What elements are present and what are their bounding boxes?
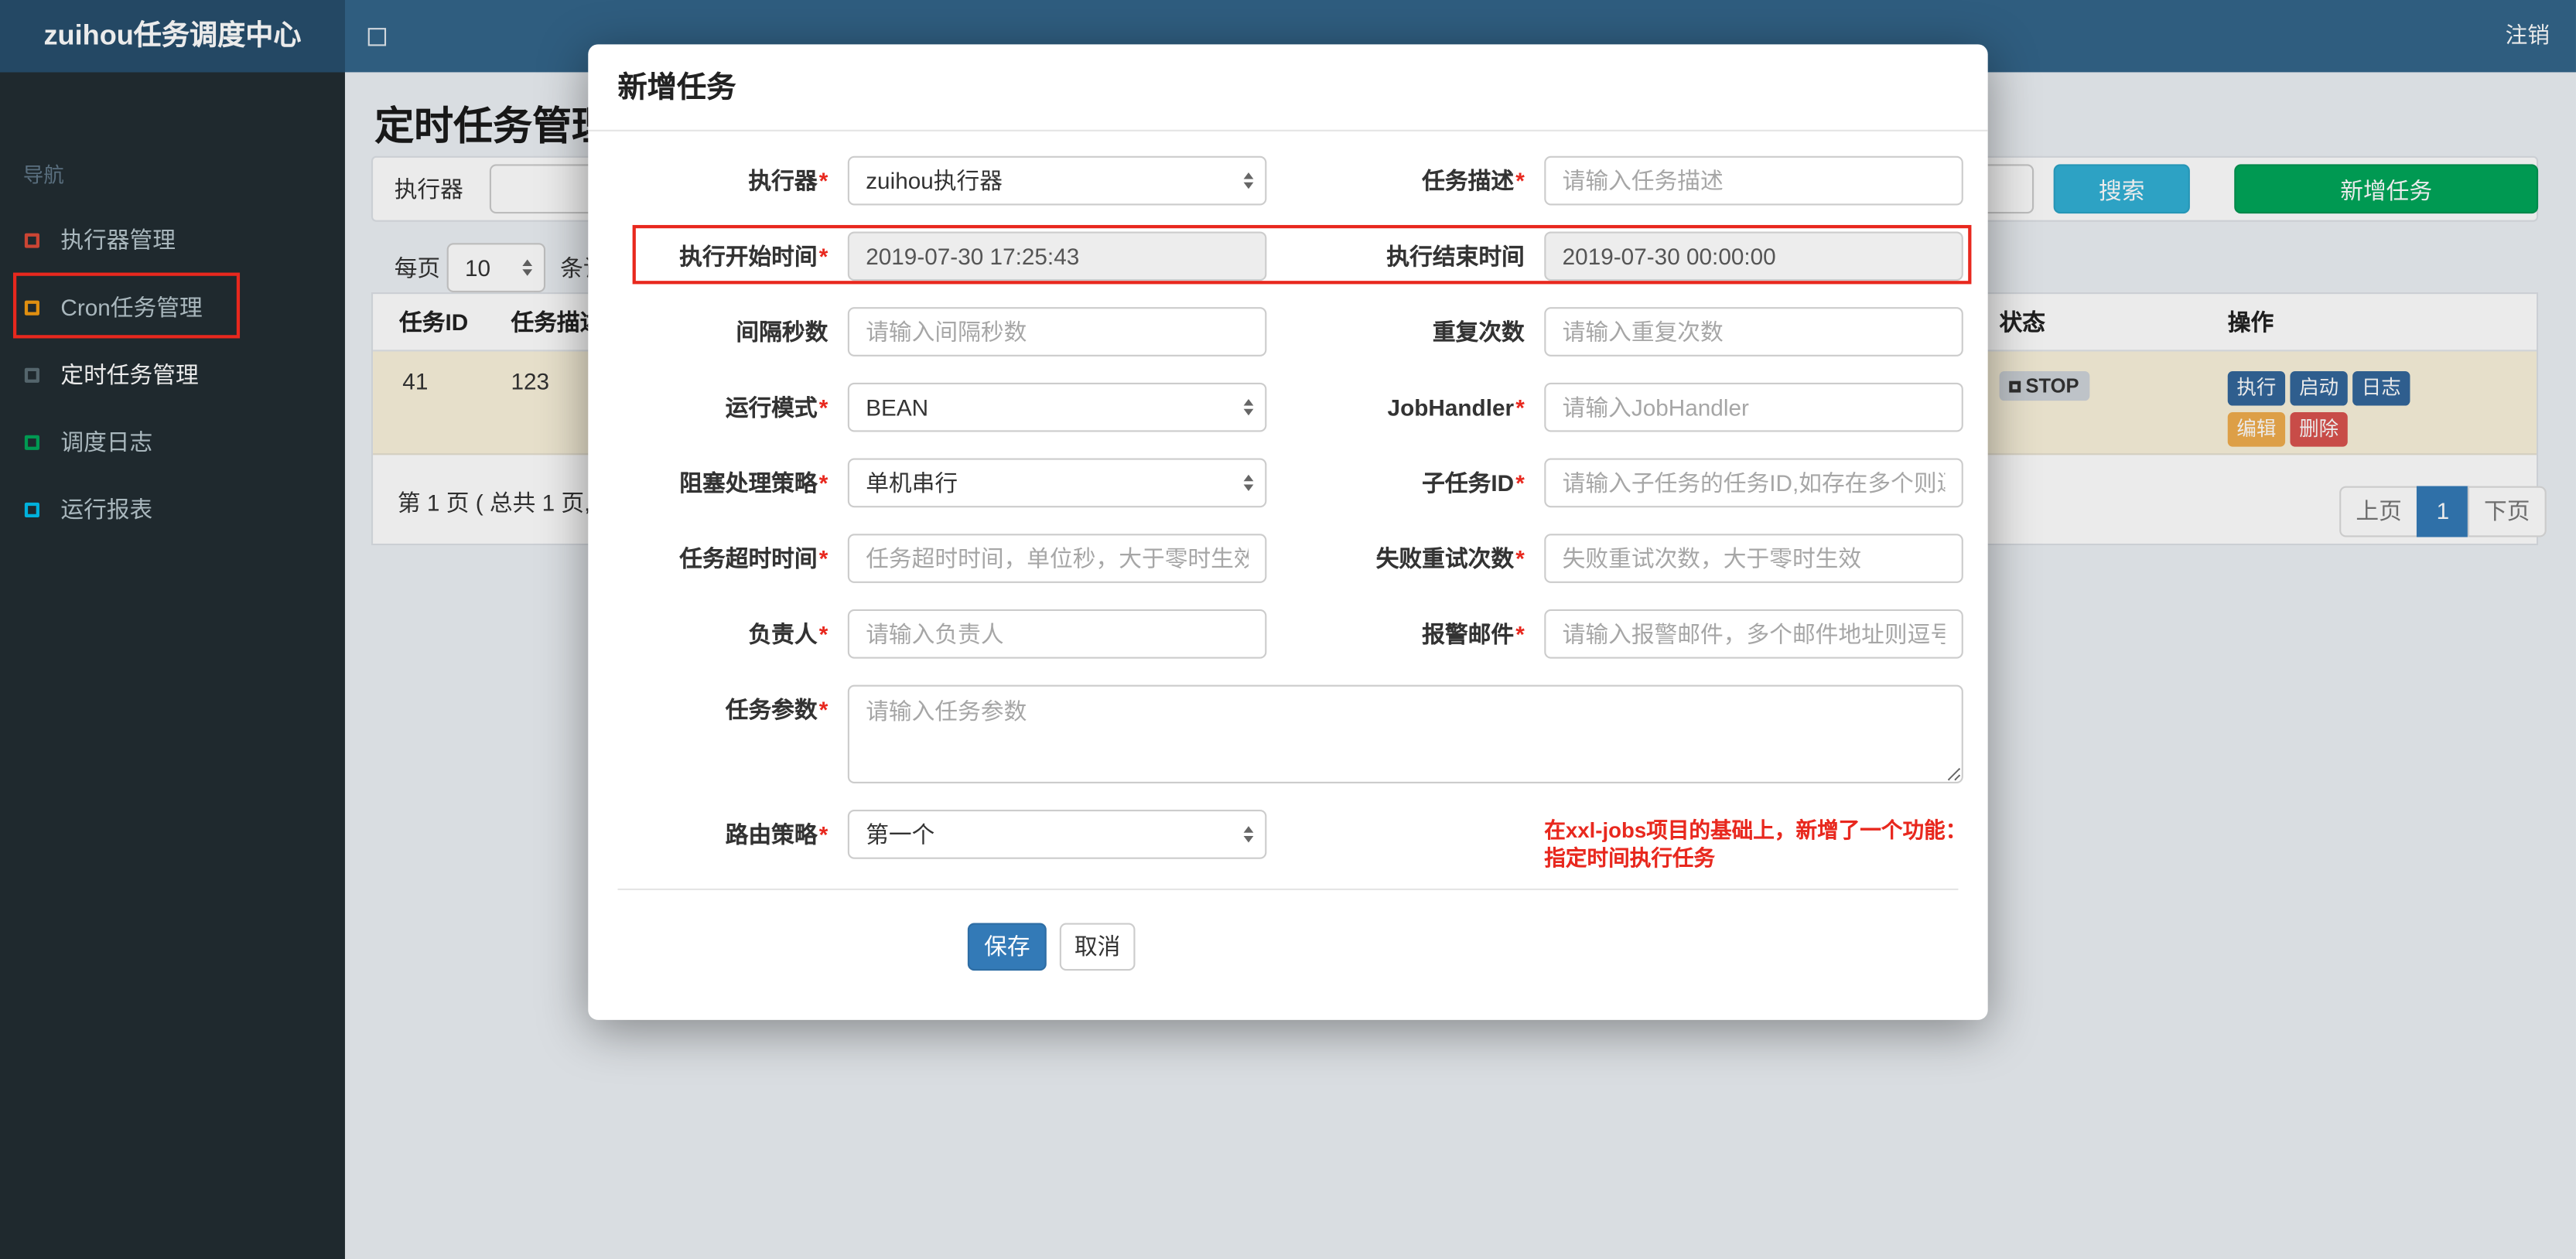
run-mode-label: 运行模式 * <box>725 394 828 421</box>
app-screen: zuihou任务调度中心 注销 导航 执行器管理 Cron任务管理 定时任务管理… <box>0 0 2576 1259</box>
viewport: zuihou任务调度中心 注销 导航 执行器管理 Cron任务管理 定时任务管理… <box>0 0 2576 1259</box>
author-input[interactable] <box>847 609 1267 659</box>
job-param-label: 任务参数 * <box>725 696 828 723</box>
form-row: 执行器 * zuihou执行器 任务描述 * <box>618 155 1963 206</box>
author-label: 负责人 * <box>748 620 828 647</box>
route-strategy-select[interactable]: 第一个 <box>847 809 1267 859</box>
feature-note-line2: 指定时间执行任务 <box>1544 845 1716 871</box>
form-row: 负责人* 报警邮件* <box>618 609 1963 659</box>
run-mode-select-value: BEAN <box>866 394 929 421</box>
form-row: 任务超时时间* 失败重试次数* <box>618 534 1963 583</box>
red-annotation-box-sidebar <box>12 272 241 339</box>
add-task-modal: 新增任务 执行器* zuihou执行器 任务描述* 执行开始时间* 执行结束时间… <box>588 44 1988 1020</box>
form-row: 运行模式 * BEAN JobHandler * <box>618 382 1963 432</box>
save-button[interactable]: 保存 <box>967 923 1047 971</box>
form-row: 阻塞处理策略 * 单机串行 子任务ID * <box>618 458 1963 508</box>
block-strategy-select-value: 单机串行 <box>866 469 958 496</box>
select-arrows-icon <box>1243 826 1254 843</box>
job-desc-label: 任务描述 * <box>1422 167 1525 194</box>
repeat-count-label: 重复次数 <box>1432 318 1525 345</box>
job-handler-input[interactable] <box>1544 382 1963 432</box>
fail-retry-input[interactable] <box>1544 534 1963 583</box>
run-mode-select[interactable]: BEAN <box>847 382 1267 432</box>
select-arrows-icon <box>1243 474 1254 491</box>
route-strategy-select-value: 第一个 <box>866 821 935 848</box>
fail-retry-label: 失败重试次数 * <box>1375 545 1525 572</box>
select-arrows-icon <box>1243 172 1254 189</box>
cancel-button[interactable]: 取消 <box>1059 923 1136 971</box>
child-job-id-input[interactable] <box>1544 458 1963 508</box>
interval-label: 间隔秒数 <box>736 318 828 345</box>
repeat-count-input[interactable] <box>1544 307 1963 357</box>
child-job-id-label: 子任务ID * <box>1422 469 1525 496</box>
form-row: 路由策略 * 第一个 在xxl-jobs项目的基础上，新增了一个功能： 指定时间执… <box>618 809 1967 871</box>
executor-select[interactable]: zuihou执行器 <box>847 155 1267 206</box>
form-row: 间隔秒数 重复次数 <box>618 307 1963 357</box>
feature-note-line1: 在xxl-jobs项目的基础上，新增了一个功能： <box>1544 817 1967 843</box>
executor-select-value: zuihou执行器 <box>866 167 1003 194</box>
route-strategy-label: 路由策略 * <box>725 821 828 848</box>
form-row: 任务参数 * <box>618 684 1963 784</box>
interval-input[interactable] <box>847 307 1267 357</box>
timeout-input[interactable] <box>847 534 1267 583</box>
job-param-textarea[interactable] <box>847 684 1963 784</box>
alarm-email-label: 报警邮件 * <box>1422 620 1525 647</box>
executor-label: 执行器 * <box>748 167 828 194</box>
feature-note: 在xxl-jobs项目的基础上，新增了一个功能： 指定时间执行任务 <box>1544 810 1967 871</box>
modal-footer-divider <box>617 888 1959 891</box>
job-handler-label: JobHandler * <box>1387 394 1525 421</box>
red-annotation-box-time-fields <box>632 224 1972 285</box>
job-desc-input[interactable] <box>1544 155 1963 206</box>
modal-title: 新增任务 <box>588 44 1988 131</box>
block-strategy-select[interactable]: 单机串行 <box>847 458 1267 508</box>
select-arrows-icon <box>1243 399 1254 416</box>
timeout-label: 任务超时时间 * <box>679 545 828 572</box>
block-strategy-label: 阻塞处理策略 * <box>679 469 828 496</box>
alarm-email-input[interactable] <box>1544 609 1963 659</box>
